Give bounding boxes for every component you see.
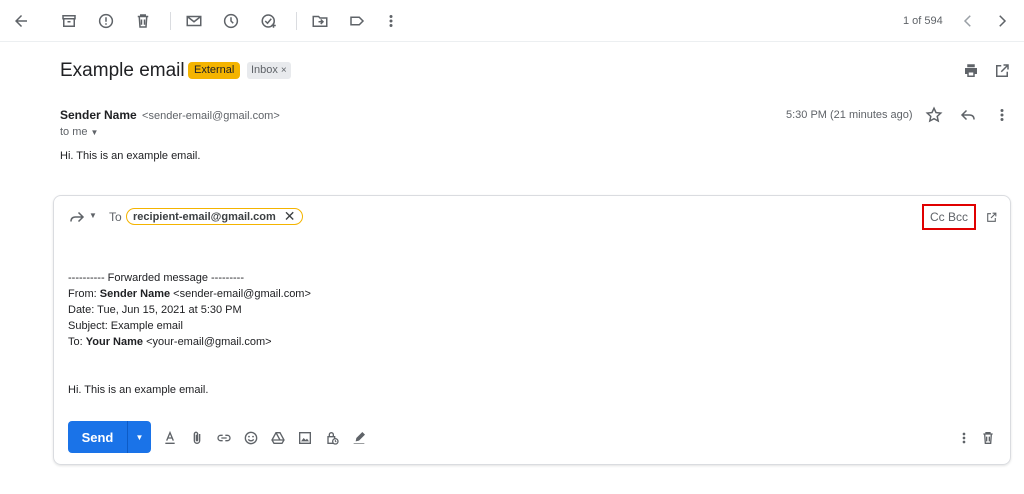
email-subject: Example email: [60, 60, 185, 81]
inbox-label-text: Inbox: [251, 64, 278, 76]
chevron-right-icon[interactable]: [991, 10, 1013, 32]
sender-email: <sender-email@gmail.com>: [142, 110, 280, 122]
confidential-mode-icon[interactable]: [323, 429, 341, 447]
forward-compose-box: ▼ To recipient-email@gmail.com ✕ Cc Bcc …: [53, 195, 1011, 465]
remove-label-icon[interactable]: ×: [281, 65, 287, 76]
attach-file-icon[interactable]: [188, 429, 206, 447]
schedule-send-dropdown[interactable]: ▼: [128, 421, 151, 453]
toolbar-divider: [170, 12, 171, 30]
add-to-tasks-icon[interactable]: [258, 10, 280, 32]
forward-subject: Subject: Example email: [68, 320, 183, 332]
formatting-options-icon[interactable]: [161, 429, 179, 447]
forward-date: Date: Tue, Jun 15, 2021 at 5:30 PM: [68, 304, 242, 316]
snooze-icon[interactable]: [220, 10, 242, 32]
google-drive-icon[interactable]: [269, 429, 287, 447]
print-icon[interactable]: [960, 60, 982, 82]
toolbar-divider: [296, 12, 297, 30]
to-label: To: [109, 210, 122, 224]
more-vert-icon[interactable]: [380, 10, 402, 32]
forward-body: Hi. This is an example email.: [68, 384, 209, 396]
more-options-icon[interactable]: [955, 429, 973, 447]
forward-from: From: Sender Name <sender-email@gmail.co…: [68, 288, 311, 300]
forwarded-message-block[interactable]: ---------- Forwarded message --------- F…: [68, 270, 311, 398]
caret-down-icon: ▼: [90, 128, 99, 137]
back-arrow-icon[interactable]: [10, 10, 32, 32]
inbox-label-chip[interactable]: Inbox ×: [247, 62, 291, 79]
send-button[interactable]: Send: [68, 421, 128, 453]
to-me-label: to me: [60, 126, 88, 138]
archive-icon[interactable]: [58, 10, 80, 32]
recipient-chip[interactable]: recipient-email@gmail.com ✕: [126, 208, 303, 225]
recipients-toggle[interactable]: to me ▼: [60, 126, 98, 138]
email-body: Hi. This is an example email.: [60, 150, 201, 162]
sender-name[interactable]: Sender Name: [60, 108, 137, 122]
email-timestamp: 5:30 PM (21 minutes ago): [786, 109, 913, 121]
remove-recipient-icon[interactable]: ✕: [284, 208, 296, 225]
insert-photo-icon[interactable]: [296, 429, 314, 447]
forward-to: To: Your Name <your-email@gmail.com>: [68, 336, 272, 348]
send-button-group: Send ▼: [68, 421, 151, 453]
insert-emoji-icon[interactable]: [242, 429, 260, 447]
forward-header: ---------- Forwarded message ---------: [68, 272, 244, 284]
delete-icon[interactable]: [132, 10, 154, 32]
cc-bcc-button[interactable]: Cc Bcc: [922, 204, 977, 230]
pop-out-icon[interactable]: [980, 206, 1002, 228]
sender-line: Sender Name <sender-email@gmail.com>: [60, 108, 280, 122]
reply-icon[interactable]: [957, 104, 979, 126]
pager-count: 1 of 594: [903, 15, 943, 27]
top-toolbar: 1 of 594: [0, 0, 1024, 42]
mark-unread-icon[interactable]: [183, 10, 205, 32]
chevron-left-icon[interactable]: [957, 10, 979, 32]
message-more-icon[interactable]: [991, 104, 1013, 126]
forward-arrow-icon[interactable]: [66, 206, 88, 228]
recipient-email: recipient-email@gmail.com: [133, 210, 276, 223]
caret-down-icon: ▼: [135, 432, 144, 442]
move-to-icon[interactable]: [309, 10, 331, 32]
insert-signature-icon[interactable]: [350, 429, 368, 447]
insert-link-icon[interactable]: [215, 429, 233, 447]
external-badge: External: [188, 62, 241, 79]
discard-draft-icon[interactable]: [979, 429, 997, 447]
star-icon[interactable]: [923, 104, 945, 126]
open-new-window-icon[interactable]: [991, 60, 1013, 82]
response-type-caret-icon[interactable]: ▼: [89, 211, 97, 220]
label-icon[interactable]: [346, 10, 368, 32]
report-spam-icon[interactable]: [95, 10, 117, 32]
